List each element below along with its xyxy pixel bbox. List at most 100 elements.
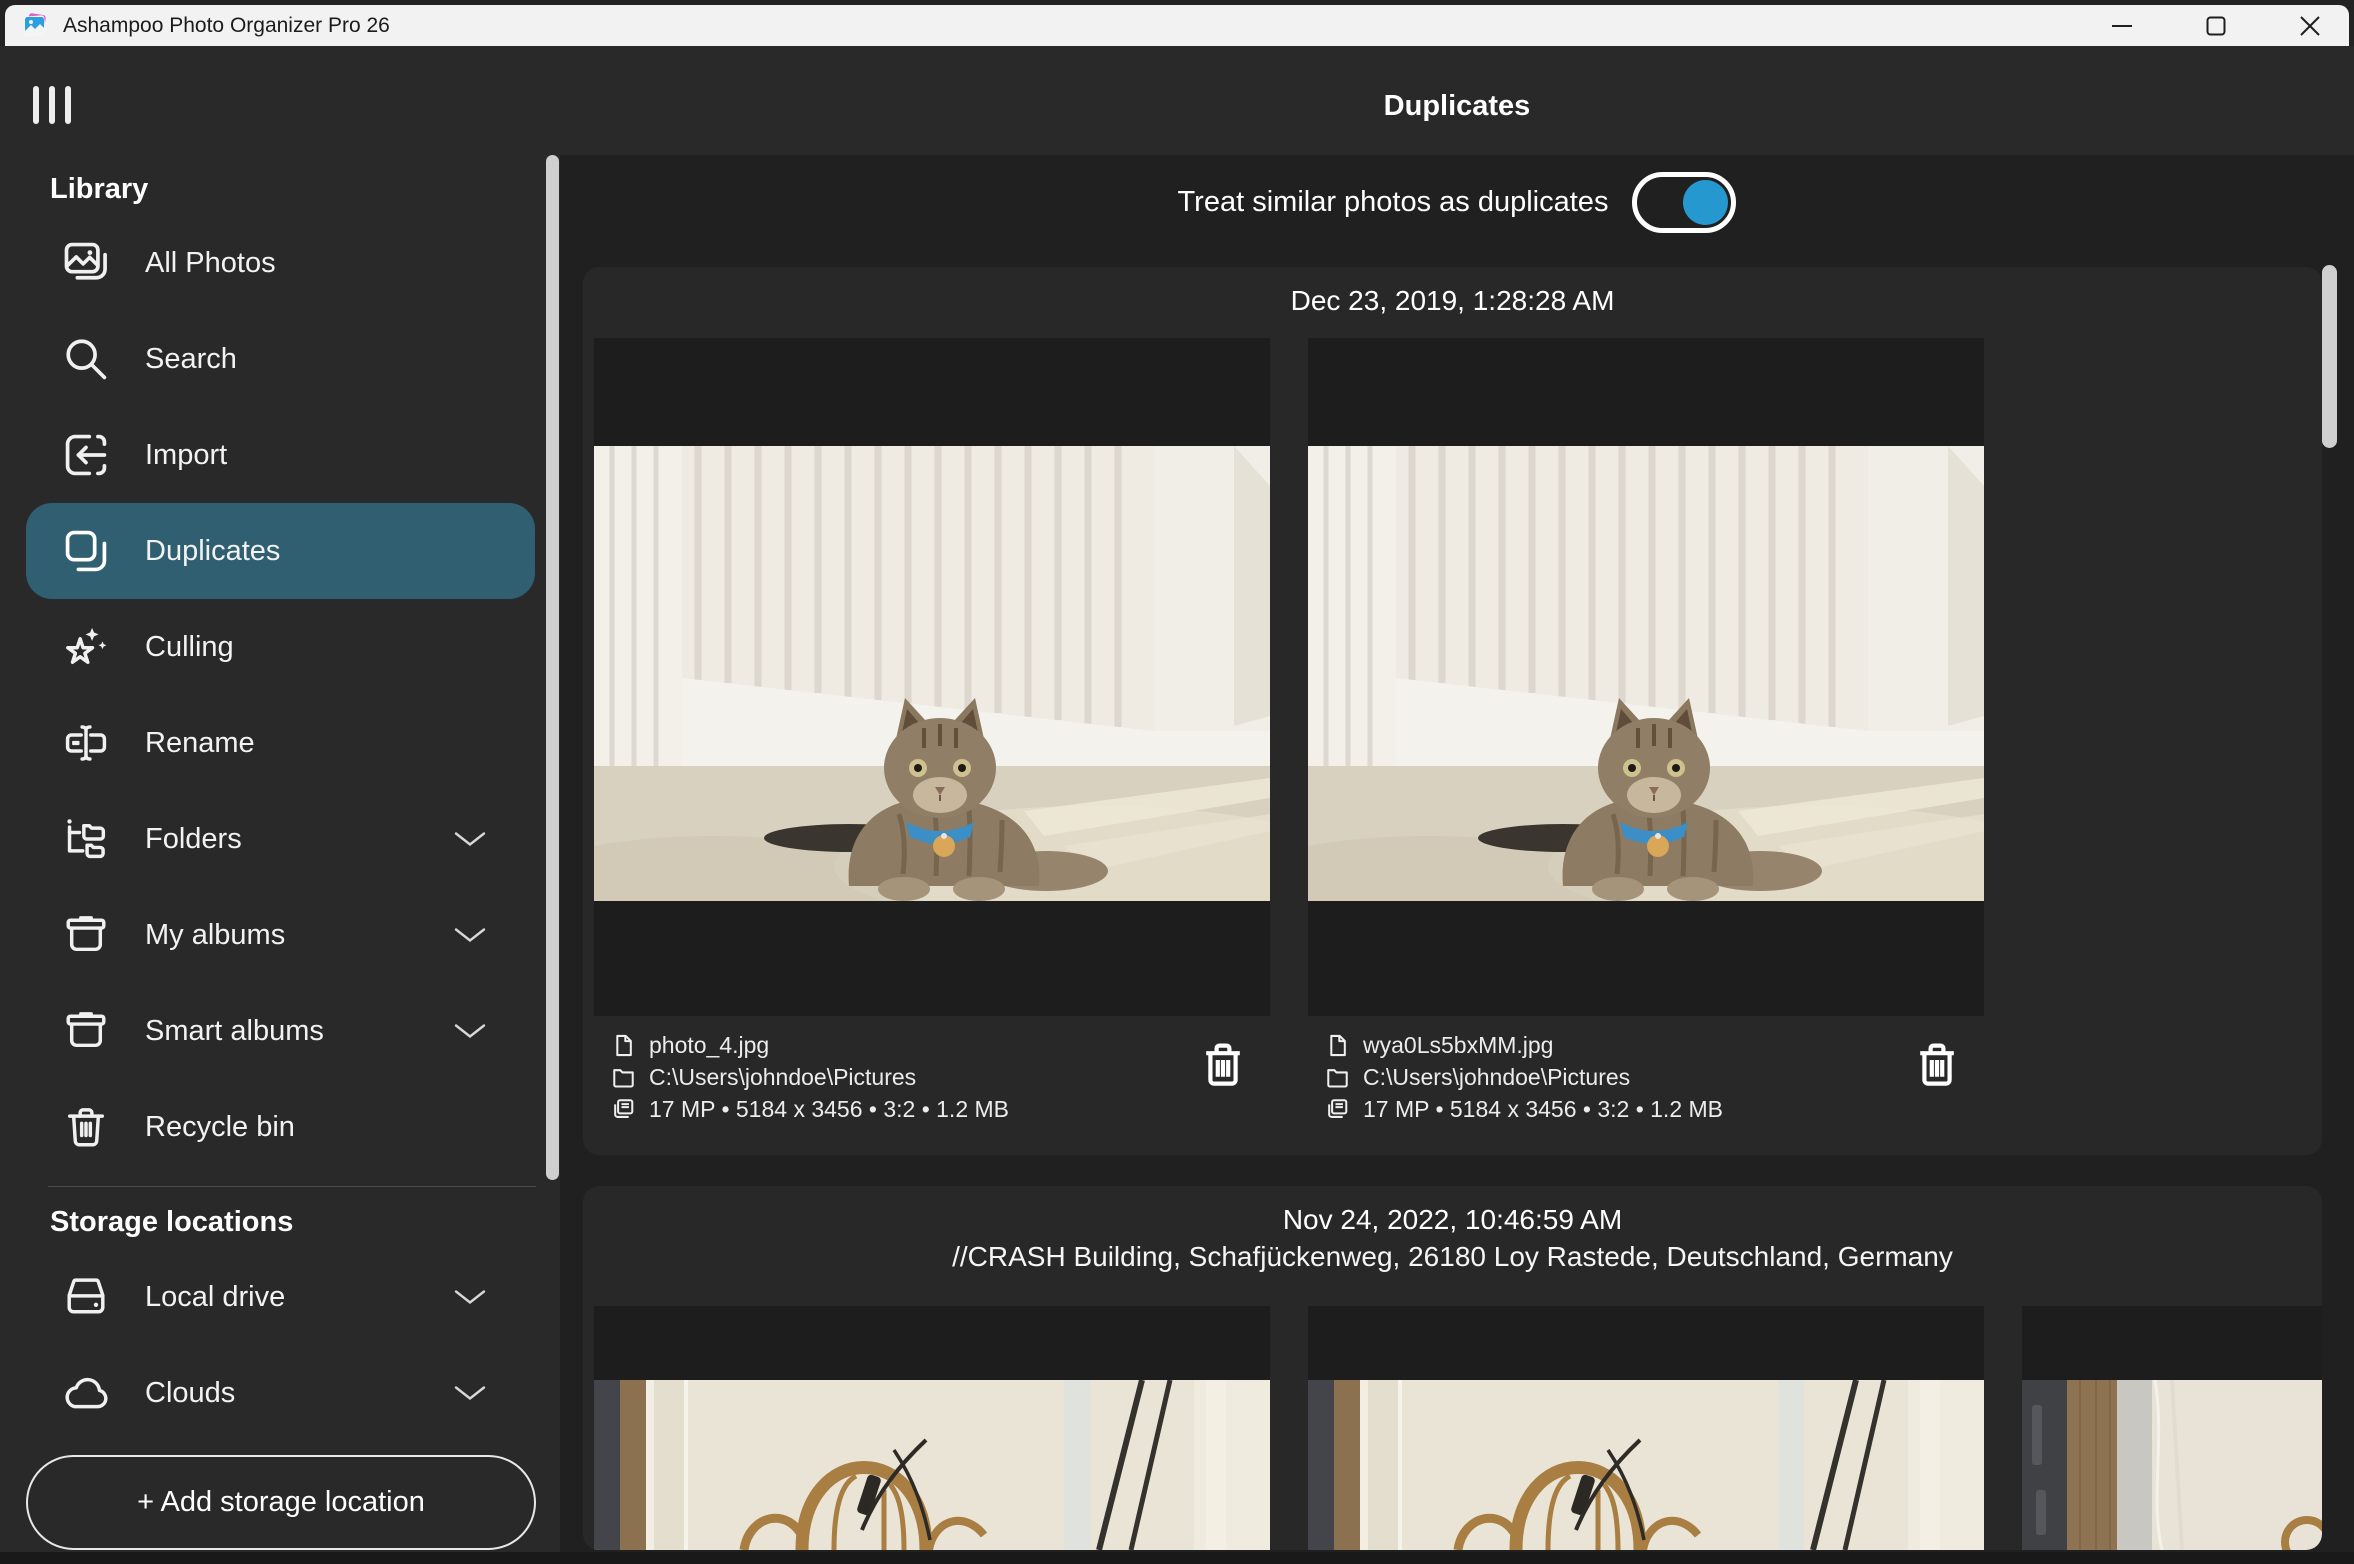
sidebar-item-label: Smart albums <box>145 1015 324 1048</box>
duplicate-photo-card <box>1308 1306 1984 1550</box>
drive-icon <box>60 1271 112 1323</box>
cat-photo <box>1308 446 1984 901</box>
minimize-button[interactable] <box>2101 5 2143 46</box>
app-window: Ashampoo Photo Organizer Pro 26 Duplicat… <box>0 0 2354 1564</box>
group-timestamp: Nov 24, 2022, 10:46:59 AM <box>583 1203 2322 1237</box>
sidebar-item-label: Import <box>145 439 227 472</box>
chevron-down-icon[interactable] <box>453 830 487 848</box>
import-icon <box>60 429 112 481</box>
trash-icon <box>1913 1033 1961 1095</box>
delete-photo-button[interactable] <box>1199 1033 1247 1097</box>
photo-specs: 17 MP • 5184 x 3456 • 3:2 • 1.2 MB <box>649 1096 1009 1123</box>
duplicate-photo-card <box>2022 1306 2322 1550</box>
sidebar-item-local-drive[interactable]: Local drive <box>26 1249 535 1345</box>
chandelier-photo <box>594 1380 1270 1550</box>
photo-path: C:\Users\johndoe\Pictures <box>1363 1064 1630 1091</box>
photo-thumbnail[interactable] <box>1308 338 1984 1016</box>
chandelier-photo <box>1308 1380 1984 1550</box>
chevron-down-icon[interactable] <box>453 1384 487 1402</box>
photo-path: C:\Users\johndoe\Pictures <box>649 1064 916 1091</box>
duplicate-photo-card: wya0Ls5bxMM.jpg C:\Users\johndoe\Picture… <box>1308 338 1984 1125</box>
sidebar-item-all-photos[interactable]: All Photos <box>26 215 535 311</box>
photo-thumbnail[interactable] <box>594 338 1270 1016</box>
photo-thumbnail[interactable] <box>594 1306 1270 1550</box>
sidebar-item-smart-albums[interactable]: Smart albums <box>26 983 535 1079</box>
sidebar-collapse-icon[interactable] <box>33 86 77 124</box>
group-timestamp: Dec 23, 2019, 1:28:28 AM <box>583 284 2322 318</box>
image-specs-icon <box>1324 1096 1351 1123</box>
duplicate-group: Nov 24, 2022, 10:46:59 AM //CRASH Buildi… <box>583 1186 2322 1550</box>
sidebar-item-folders[interactable]: Folders <box>26 791 535 887</box>
photo-info: photo_4.jpg C:\Users\johndoe\Pictures 17… <box>594 1029 1270 1125</box>
window-controls <box>2101 5 2331 46</box>
content-scrollbar[interactable] <box>2322 265 2337 448</box>
file-icon <box>610 1032 637 1059</box>
trash-icon <box>1199 1033 1247 1095</box>
sidebar-item-clouds[interactable]: Clouds <box>26 1345 535 1441</box>
duplicate-photo-card: photo_4.jpg C:\Users\johndoe\Pictures 17… <box>594 338 1270 1125</box>
sidebar-item-search[interactable]: Search <box>26 311 535 407</box>
toggle-knob <box>1683 180 1728 225</box>
cloud-icon <box>60 1367 112 1419</box>
close-button[interactable] <box>2289 5 2331 46</box>
sidebar-item-label: Search <box>145 343 237 376</box>
similar-toggle-row: Treat similar photos as duplicates <box>560 172 2354 233</box>
sidebar-scrollbar[interactable] <box>546 155 559 1180</box>
albums-icon <box>60 1005 112 1057</box>
culling-icon <box>60 621 112 673</box>
image-specs-icon <box>610 1096 637 1123</box>
duplicate-group: Dec 23, 2019, 1:28:28 AM <box>583 267 2322 1155</box>
library-section-label: Library <box>50 173 148 206</box>
cat-photo <box>594 446 1270 901</box>
sidebar-item-label: Local drive <box>145 1281 285 1314</box>
chevron-down-icon[interactable] <box>453 1022 487 1040</box>
folder-icon <box>1324 1064 1351 1091</box>
sidebar-divider <box>48 1186 536 1187</box>
group-location: //CRASH Building, Schafjückenweg, 26180 … <box>583 1237 2322 1277</box>
add-storage-location-button[interactable]: + Add storage location <box>26 1455 536 1550</box>
folder-icon <box>610 1064 637 1091</box>
search-icon <box>60 333 112 385</box>
rename-icon <box>60 717 112 769</box>
photo-specs: 17 MP • 5184 x 3456 • 3:2 • 1.2 MB <box>1363 1096 1723 1123</box>
similar-photos-toggle[interactable] <box>1632 172 1736 233</box>
albums-icon <box>60 909 112 961</box>
sidebar-item-label: Culling <box>145 631 234 664</box>
duplicate-photo-card <box>594 1306 1270 1550</box>
folders-icon <box>60 813 112 865</box>
sidebar-item-label: All Photos <box>145 247 276 280</box>
file-icon <box>1324 1032 1351 1059</box>
sidebar-item-label: Rename <box>145 727 255 760</box>
sidebar-item-rename[interactable]: Rename <box>26 695 535 791</box>
sidebar-item-my-albums[interactable]: My albums <box>26 887 535 983</box>
page-title: Duplicates <box>560 90 2354 123</box>
photos-icon <box>60 237 112 289</box>
sidebar-item-label: Clouds <box>145 1377 235 1410</box>
sidebar-item-label: Recycle bin <box>145 1111 295 1144</box>
window-title: Ashampoo Photo Organizer Pro 26 <box>63 14 390 38</box>
chevron-down-icon[interactable] <box>453 1288 487 1306</box>
photo-thumbnail[interactable] <box>2022 1306 2322 1550</box>
sidebar-item-culling[interactable]: Culling <box>26 599 535 695</box>
trash-icon <box>60 1101 112 1153</box>
sidebar-item-recycle-bin[interactable]: Recycle bin <box>26 1079 535 1175</box>
chandelier-photo <box>2022 1380 2322 1550</box>
photo-filename: wya0Ls5bxMM.jpg <box>1363 1032 1553 1059</box>
chevron-down-icon[interactable] <box>453 926 487 944</box>
similar-toggle-label: Treat similar photos as duplicates <box>1178 186 1609 219</box>
app-logo-icon <box>21 12 49 40</box>
storage-section-label: Storage locations <box>50 1206 293 1239</box>
sidebar-item-label: Folders <box>145 823 242 856</box>
photo-info: wya0Ls5bxMM.jpg C:\Users\johndoe\Picture… <box>1308 1029 1984 1125</box>
delete-photo-button[interactable] <box>1913 1033 1961 1097</box>
photo-filename: photo_4.jpg <box>649 1032 769 1059</box>
duplicates-icon <box>60 525 112 577</box>
maximize-button[interactable] <box>2195 5 2237 46</box>
window-bottom-edge <box>0 1552 2354 1564</box>
sidebar-item-label: Duplicates <box>145 535 280 568</box>
sidebar-item-duplicates[interactable]: Duplicates <box>26 503 535 599</box>
sidebar-item-import[interactable]: Import <box>26 407 535 503</box>
titlebar: Ashampoo Photo Organizer Pro 26 <box>5 5 2349 46</box>
photo-thumbnail[interactable] <box>1308 1306 1984 1550</box>
sidebar-item-label: My albums <box>145 919 285 952</box>
